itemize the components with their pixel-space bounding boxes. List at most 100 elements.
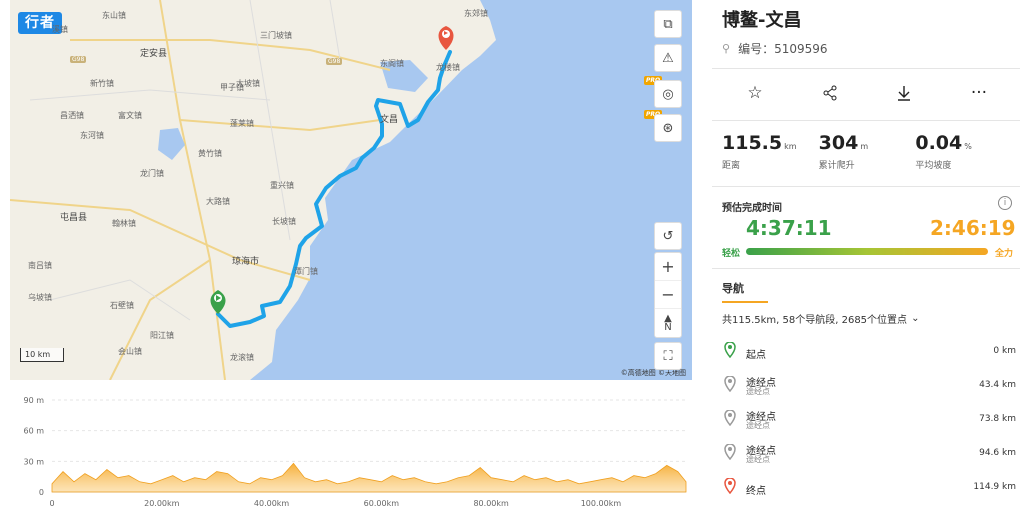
- satellite-button[interactable]: ⊛: [654, 114, 682, 142]
- map-place-label: 东山镇: [102, 11, 126, 20]
- map-place-label: 龙滚镇: [230, 353, 254, 362]
- waypoint-distance: 114.9 km: [973, 482, 1016, 492]
- fullscreen-icon: ⛶: [663, 348, 673, 364]
- estimate-title: 预估完成时间: [722, 203, 782, 214]
- map-place-label: G98: [326, 58, 343, 65]
- location-pin-icon: [724, 376, 736, 392]
- map-place-label: 定安县: [140, 49, 168, 59]
- elevation-x-tick: 40.00km: [254, 499, 290, 508]
- star-icon[interactable]: ☆: [744, 82, 766, 104]
- reset-view-button[interactable]: ↺: [654, 222, 682, 250]
- map-place-label: 乌坡镇: [28, 293, 52, 302]
- map-place-label: 会山镇: [118, 347, 142, 356]
- map-place-label: 重兴镇: [270, 181, 294, 190]
- map-place-label: 东河镇: [80, 131, 104, 140]
- waypoint-name: 终点: [746, 486, 766, 497]
- location-pin-icon: [724, 444, 736, 460]
- fullscreen-button[interactable]: ⛶: [654, 342, 682, 370]
- nav-tab-underline: [722, 301, 768, 303]
- waypoint-row[interactable]: 途经点 途经点 73.8 km: [722, 406, 1018, 436]
- route-id: ⚲ 编号：5109596: [722, 40, 828, 57]
- map-place-label: 三门坡镇: [260, 31, 292, 40]
- divider: [712, 68, 1020, 69]
- elevation-area: [51, 462, 687, 493]
- route-map[interactable]: 行者 东山镇 溪镇 定安县 新竹镇 富文镇 东河镇 龙门镇 屯昌县 翰林镇 南吕镇 乌坡镇 石壁镇 阳江…: [10, 0, 692, 380]
- layers-icon: ⧉: [663, 16, 673, 32]
- elevation-x-tick: 60.00km: [364, 499, 400, 508]
- map-canvas[interactable]: [10, 0, 692, 380]
- map-place-label: G98: [70, 56, 87, 63]
- elevation-x-tick: 0: [49, 499, 54, 508]
- end-marker[interactable]: [438, 26, 454, 50]
- waypoint-distance: 43.4 km: [979, 380, 1016, 390]
- elevation-x-tick: 80.00km: [473, 499, 509, 508]
- elevation-y-tick: 90 m: [23, 396, 44, 405]
- waypoint-row[interactable]: 起点 0 km: [722, 338, 1018, 368]
- map-place-label: 文昌: [380, 115, 399, 125]
- full-effort-label: 全力: [995, 249, 1014, 259]
- route-stats: 115.5 km 距离 304 m 累计爬升 0.04% 平均坡度: [722, 132, 1012, 171]
- map-place-label: 昌洒镇: [60, 111, 84, 120]
- more-icon[interactable]: ···: [968, 82, 990, 104]
- map-place-label: 东阁镇: [380, 59, 404, 68]
- waypoint-subtitle: 途经点: [746, 421, 770, 430]
- waypoint-name: 起点: [746, 350, 766, 361]
- estimate-easy-time: 4:37:11: [746, 216, 832, 240]
- globe-button[interactable]: ◎: [654, 80, 682, 108]
- stat-ascent: 304 m 累计爬升: [818, 132, 869, 171]
- elevation-chart[interactable]: 90 m 60 m 30 m 0 0 20.00km 40.00km 60.00km 80.00…: [10, 384, 692, 514]
- globe-icon: ◎: [662, 86, 674, 102]
- reset-icon: ↺: [662, 228, 674, 244]
- layers-button[interactable]: ⧉: [654, 10, 682, 38]
- divider: [712, 268, 1020, 269]
- zoom-out-button[interactable]: −: [655, 281, 681, 309]
- map-place-label: 潭门镇: [294, 267, 318, 276]
- elevation-x-tick: 20.00km: [144, 499, 180, 508]
- zoom-in-button[interactable]: +: [655, 253, 681, 281]
- waypoint-row[interactable]: 终点 114.9 km: [722, 474, 1018, 504]
- waypoint-row[interactable]: 途经点 途经点 94.6 km: [722, 440, 1018, 470]
- waypoint-subtitle: 途经点: [746, 455, 770, 464]
- map-place-label: 黄竹镇: [198, 149, 222, 158]
- waypoint-subtitle: 途经点: [746, 387, 770, 396]
- map-place-label: 龙门镇: [140, 169, 164, 178]
- bike-icon: ⚲: [722, 42, 731, 55]
- map-place-label: 石壁镇: [110, 301, 134, 310]
- route-page: 行者 东山镇 溪镇 定安县 新竹镇 富文镇 东河镇 龙门镇 屯昌县 翰林镇 南吕镇 乌坡镇 石壁镇 阳江…: [0, 0, 1024, 514]
- elevation-svg: 90 m 60 m 30 m 00 20.00km 40.00km 60.00km 80.00…: [23, 396, 687, 508]
- location-pin-icon: [724, 342, 736, 358]
- map-place-label: 富文镇: [118, 111, 142, 120]
- info-icon[interactable]: i: [998, 196, 1012, 210]
- effort-slider[interactable]: [746, 248, 988, 255]
- waypoint-distance: 94.6 km: [979, 448, 1016, 458]
- estimate-full-time: 2:46:19: [930, 216, 1016, 240]
- location-pin-icon: [724, 478, 736, 494]
- elevation-y-tick: 0: [39, 488, 44, 497]
- download-icon[interactable]: [893, 82, 915, 104]
- map-place-label: 新竹镇: [90, 79, 114, 88]
- share-icon[interactable]: [819, 82, 841, 104]
- map-place-label: 甲子镇: [220, 83, 244, 92]
- elevation-y-tick: 60 m: [23, 427, 44, 436]
- nav-summary[interactable]: 共115.5km, 58个导航段, 2685个位置点 ⌄: [722, 311, 919, 326]
- map-place-label: 阳江镇: [150, 331, 174, 340]
- route-title: 博鳌-文昌: [722, 10, 802, 31]
- route-id-text: 编号：5109596: [738, 42, 828, 56]
- map-place-label: 长坡镇: [272, 217, 296, 226]
- stat-grade: 0.04% 平均坡度: [915, 132, 972, 171]
- map-place-label: 屯昌县: [60, 213, 88, 223]
- waypoint-row[interactable]: 途经点 途经点 43.4 km: [722, 372, 1018, 402]
- divider: [712, 186, 1020, 187]
- stat-distance: 115.5 km 距离: [722, 132, 797, 171]
- compass-button[interactable]: ▲ N: [655, 309, 681, 337]
- route-detail-panel: 博鳌-文昌 ⚲ 编号：5109596 ☆ ··· 115.5 km 距离 304 m: [708, 0, 1024, 514]
- feedback-button[interactable]: ⚠: [654, 44, 682, 72]
- start-marker[interactable]: [210, 290, 226, 314]
- location-pin-icon: [724, 410, 736, 426]
- nav-tab[interactable]: 导航: [722, 280, 744, 296]
- zoom-controls: + − ▲ N: [654, 252, 682, 338]
- map-place-label: 蓬莱镇: [230, 119, 254, 128]
- elevation-x-tick: 100.00km: [581, 499, 622, 508]
- map-place-label: 龙楼镇: [436, 63, 460, 72]
- map-place-label: 南吕镇: [28, 261, 52, 270]
